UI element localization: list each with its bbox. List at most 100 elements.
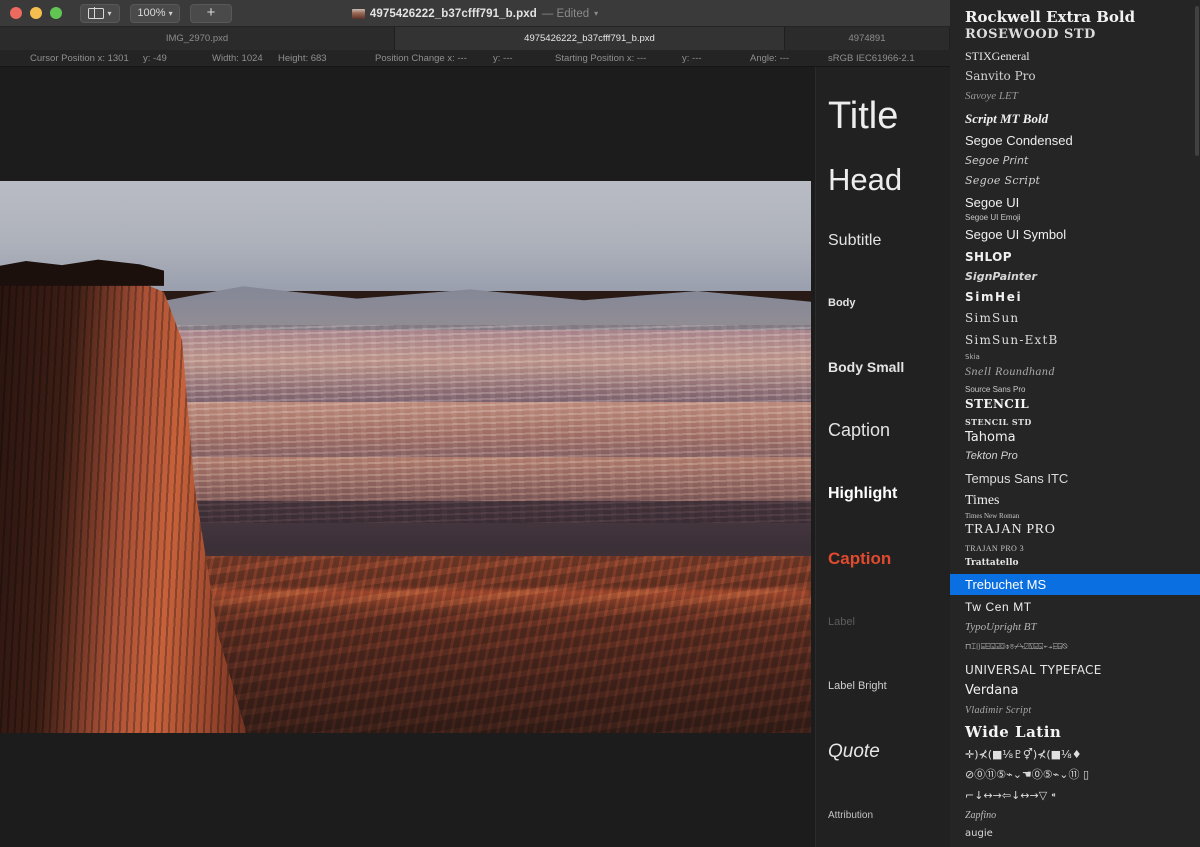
document-tab[interactable]: IMG_2970.pxd bbox=[0, 27, 395, 50]
font-list-item[interactable]: TypoUpright BT bbox=[950, 617, 1200, 636]
font-list-item-label: Segoe Script bbox=[965, 174, 1040, 187]
add-document-button[interactable]: + bbox=[190, 4, 232, 23]
font-list-item[interactable]: Trebuchet MS bbox=[950, 574, 1200, 595]
font-list-item[interactable]: Zapfino bbox=[950, 806, 1200, 824]
scrollbar-thumb[interactable] bbox=[1195, 6, 1199, 156]
plus-icon: + bbox=[207, 5, 216, 20]
titlebar: ▾ 100% ▾ + 4975426222_b37cfff791_b.pxd —… bbox=[0, 0, 950, 27]
font-list-item-label: STENCIL STD bbox=[965, 417, 1032, 427]
document-tab-label: 4974891 bbox=[849, 33, 886, 44]
font-list-item[interactable]: UNIVERSAL TYPEFACE bbox=[950, 660, 1200, 680]
document-tab[interactable]: 4974891 bbox=[785, 27, 950, 50]
font-list-item[interactable]: Segoe Script bbox=[950, 171, 1200, 190]
font-list-item[interactable]: SimSun bbox=[950, 308, 1200, 328]
font-list-item[interactable]: Segoe UI Symbol bbox=[950, 224, 1200, 245]
font-list-item[interactable]: Tahoma bbox=[950, 427, 1200, 448]
width: Width: 1024 bbox=[212, 53, 263, 64]
minimize-window-button[interactable] bbox=[30, 7, 42, 19]
font-list-item-label: ✛)⊀(■⅛♇⚥)⊀(■⅛♦ bbox=[965, 748, 1082, 761]
font-list-item[interactable]: Times bbox=[950, 490, 1200, 512]
position-change-x: Position Change x: --- bbox=[375, 53, 467, 64]
text-style-quote[interactable]: Quote bbox=[828, 741, 880, 763]
text-style-label-bright[interactable]: Label Bright bbox=[828, 680, 887, 692]
text-style-body-small[interactable]: Body Small bbox=[828, 359, 904, 375]
text-style-body[interactable]: Body bbox=[828, 297, 856, 309]
font-list-item[interactable]: Wide Latin bbox=[950, 720, 1200, 743]
font-list-item[interactable]: Rockwell Extra Bold bbox=[950, 5, 1200, 28]
text-style-label[interactable]: Label bbox=[828, 616, 855, 628]
font-list-scrollbar[interactable] bbox=[1195, 0, 1199, 847]
font-list-item[interactable]: Segoe UI bbox=[950, 192, 1200, 213]
font-list-item[interactable]: Tempus Sans ITC bbox=[950, 468, 1200, 489]
font-list-item[interactable]: STENCIL STD bbox=[950, 414, 1200, 430]
document-tab-label: IMG_2970.pxd bbox=[166, 33, 228, 44]
font-list-item-label: Segoe UI bbox=[965, 195, 1019, 210]
font-list-item-label: Times bbox=[965, 493, 1000, 509]
font-list-panel[interactable]: augieZapfino⌐↓↔→⇦↓↔→▽ ⁌ ⊘⓪⑪⑤⌁⌄☚⓪⑤⌁⌄⑪ ▯ ✛)⊀… bbox=[950, 0, 1200, 847]
font-list-item[interactable]: Skia bbox=[950, 349, 1200, 364]
window-title: 4975426222_b37cfff791_b.pxd bbox=[370, 8, 537, 20]
font-list-item[interactable]: Segoe Print bbox=[950, 151, 1200, 170]
text-style-caption[interactable]: Caption bbox=[828, 420, 890, 441]
font-list-item[interactable]: STIXGeneral bbox=[950, 46, 1200, 66]
font-list-item[interactable]: Tekton Pro bbox=[950, 446, 1200, 465]
font-list-item[interactable]: Sanvito Pro bbox=[950, 66, 1200, 86]
font-list-item-label: Tw Cen MT bbox=[965, 600, 1032, 614]
font-list-item[interactable]: ⌐↓↔→⇦↓↔→▽ ⁌ bbox=[950, 786, 1200, 805]
font-list-item-label: Segoe Condensed bbox=[965, 133, 1073, 148]
starting-position-y: y: --- bbox=[682, 53, 702, 64]
font-list-item-label: Wide Latin bbox=[965, 723, 1061, 741]
font-list-item[interactable]: TRAJAN PRO 3 bbox=[950, 540, 1200, 556]
chevron-down-icon: ▾ bbox=[107, 9, 111, 18]
font-list-item[interactable]: augie bbox=[950, 824, 1200, 842]
starting-position-x: Starting Position x: --- bbox=[555, 53, 646, 64]
zoom-level-button[interactable]: 100% ▾ bbox=[130, 4, 180, 23]
pixelmator-window: ▾ 100% ▾ + 4975426222_b37cfff791_b.pxd —… bbox=[0, 0, 1200, 847]
text-style-caption[interactable]: Caption bbox=[828, 549, 891, 569]
status-bar: Cursor Position x: 1301 y: -49 Width: 1024… bbox=[0, 50, 950, 67]
text-style-head[interactable]: Head bbox=[828, 162, 902, 198]
font-list-item[interactable]: SignPainter bbox=[950, 267, 1200, 286]
font-list-item[interactable]: SimSun-ExtB bbox=[950, 330, 1200, 350]
text-style-title[interactable]: Title bbox=[828, 95, 898, 138]
canvas-photo-canyon[interactable] bbox=[0, 181, 811, 733]
text-style-subtitle[interactable]: Subtitle bbox=[828, 232, 881, 250]
text-style-attribution[interactable]: Attribution bbox=[828, 810, 873, 821]
canvas-area[interactable] bbox=[0, 67, 815, 847]
chevron-down-icon[interactable]: ▾ bbox=[594, 9, 598, 18]
cursor-position-y: y: -49 bbox=[143, 53, 167, 64]
font-list-item-label: SHLOP bbox=[965, 250, 1012, 264]
document-tab-bar: IMG_2970.pxd 4975426222_b37cfff791_b.pxd 4… bbox=[0, 27, 950, 50]
font-list-item-label: Tahoma bbox=[965, 430, 1016, 445]
font-list-item[interactable]: Tw Cen MT bbox=[950, 597, 1200, 617]
font-list-item[interactable]: Source Sans Pro bbox=[950, 381, 1200, 397]
maximize-window-button[interactable] bbox=[50, 7, 62, 19]
document-tab[interactable]: 4975426222_b37cfff791_b.pxd bbox=[395, 27, 785, 50]
font-list-item-label: Sanvito Pro bbox=[965, 69, 1036, 83]
font-list-item-label: Skia bbox=[965, 353, 980, 361]
font-list-item[interactable]: SimHei bbox=[950, 287, 1200, 307]
font-list-item[interactable]: ⊓⌶⌷⌸⌹⌺⌻⌼⌽⌾⌿⍀⍁⍂⍃⍄⍅⍆⍇⍈⍉ bbox=[950, 639, 1200, 655]
font-list-item[interactable]: Verdana bbox=[950, 680, 1200, 701]
font-list-item[interactable]: ✛)⊀(■⅛♇⚥)⊀(■⅛♦ bbox=[950, 745, 1200, 764]
font-list-item-label: Source Sans Pro bbox=[965, 385, 1025, 394]
font-list-item[interactable]: Savoye LET bbox=[950, 86, 1200, 105]
font-list-item-label: UNIVERSAL TYPEFACE bbox=[965, 663, 1102, 677]
font-list-item-label: Segoe UI Emoji bbox=[965, 213, 1021, 222]
font-list-item[interactable]: Vladimir Script bbox=[950, 701, 1200, 719]
font-list-item[interactable]: STENCIL bbox=[950, 394, 1200, 414]
font-list-item[interactable]: ⊘⓪⑪⑤⌁⌄☚⓪⑤⌁⌄⑪ ▯ bbox=[950, 764, 1200, 783]
font-list-item-label: Savoye LET bbox=[965, 90, 1018, 102]
height: Height: 683 bbox=[278, 53, 327, 64]
font-list-item[interactable]: Segoe Condensed bbox=[950, 130, 1200, 151]
layout-toggle-button[interactable]: ▾ bbox=[80, 4, 120, 23]
font-list-item[interactable]: Snell Roundhand bbox=[950, 361, 1200, 381]
font-list-item[interactable]: Trattatello bbox=[950, 554, 1200, 571]
font-list-item-label: Segoe UI Symbol bbox=[965, 227, 1066, 242]
font-list-item[interactable]: Script MT Bold bbox=[950, 108, 1200, 129]
text-style-highlight[interactable]: Highlight bbox=[828, 485, 897, 503]
font-list-item[interactable]: SHLOP bbox=[950, 247, 1200, 267]
cursor-position-x: Cursor Position x: 1301 bbox=[30, 53, 129, 64]
close-window-button[interactable] bbox=[10, 7, 22, 19]
font-list-item-label: Times New Roman bbox=[965, 512, 1019, 520]
